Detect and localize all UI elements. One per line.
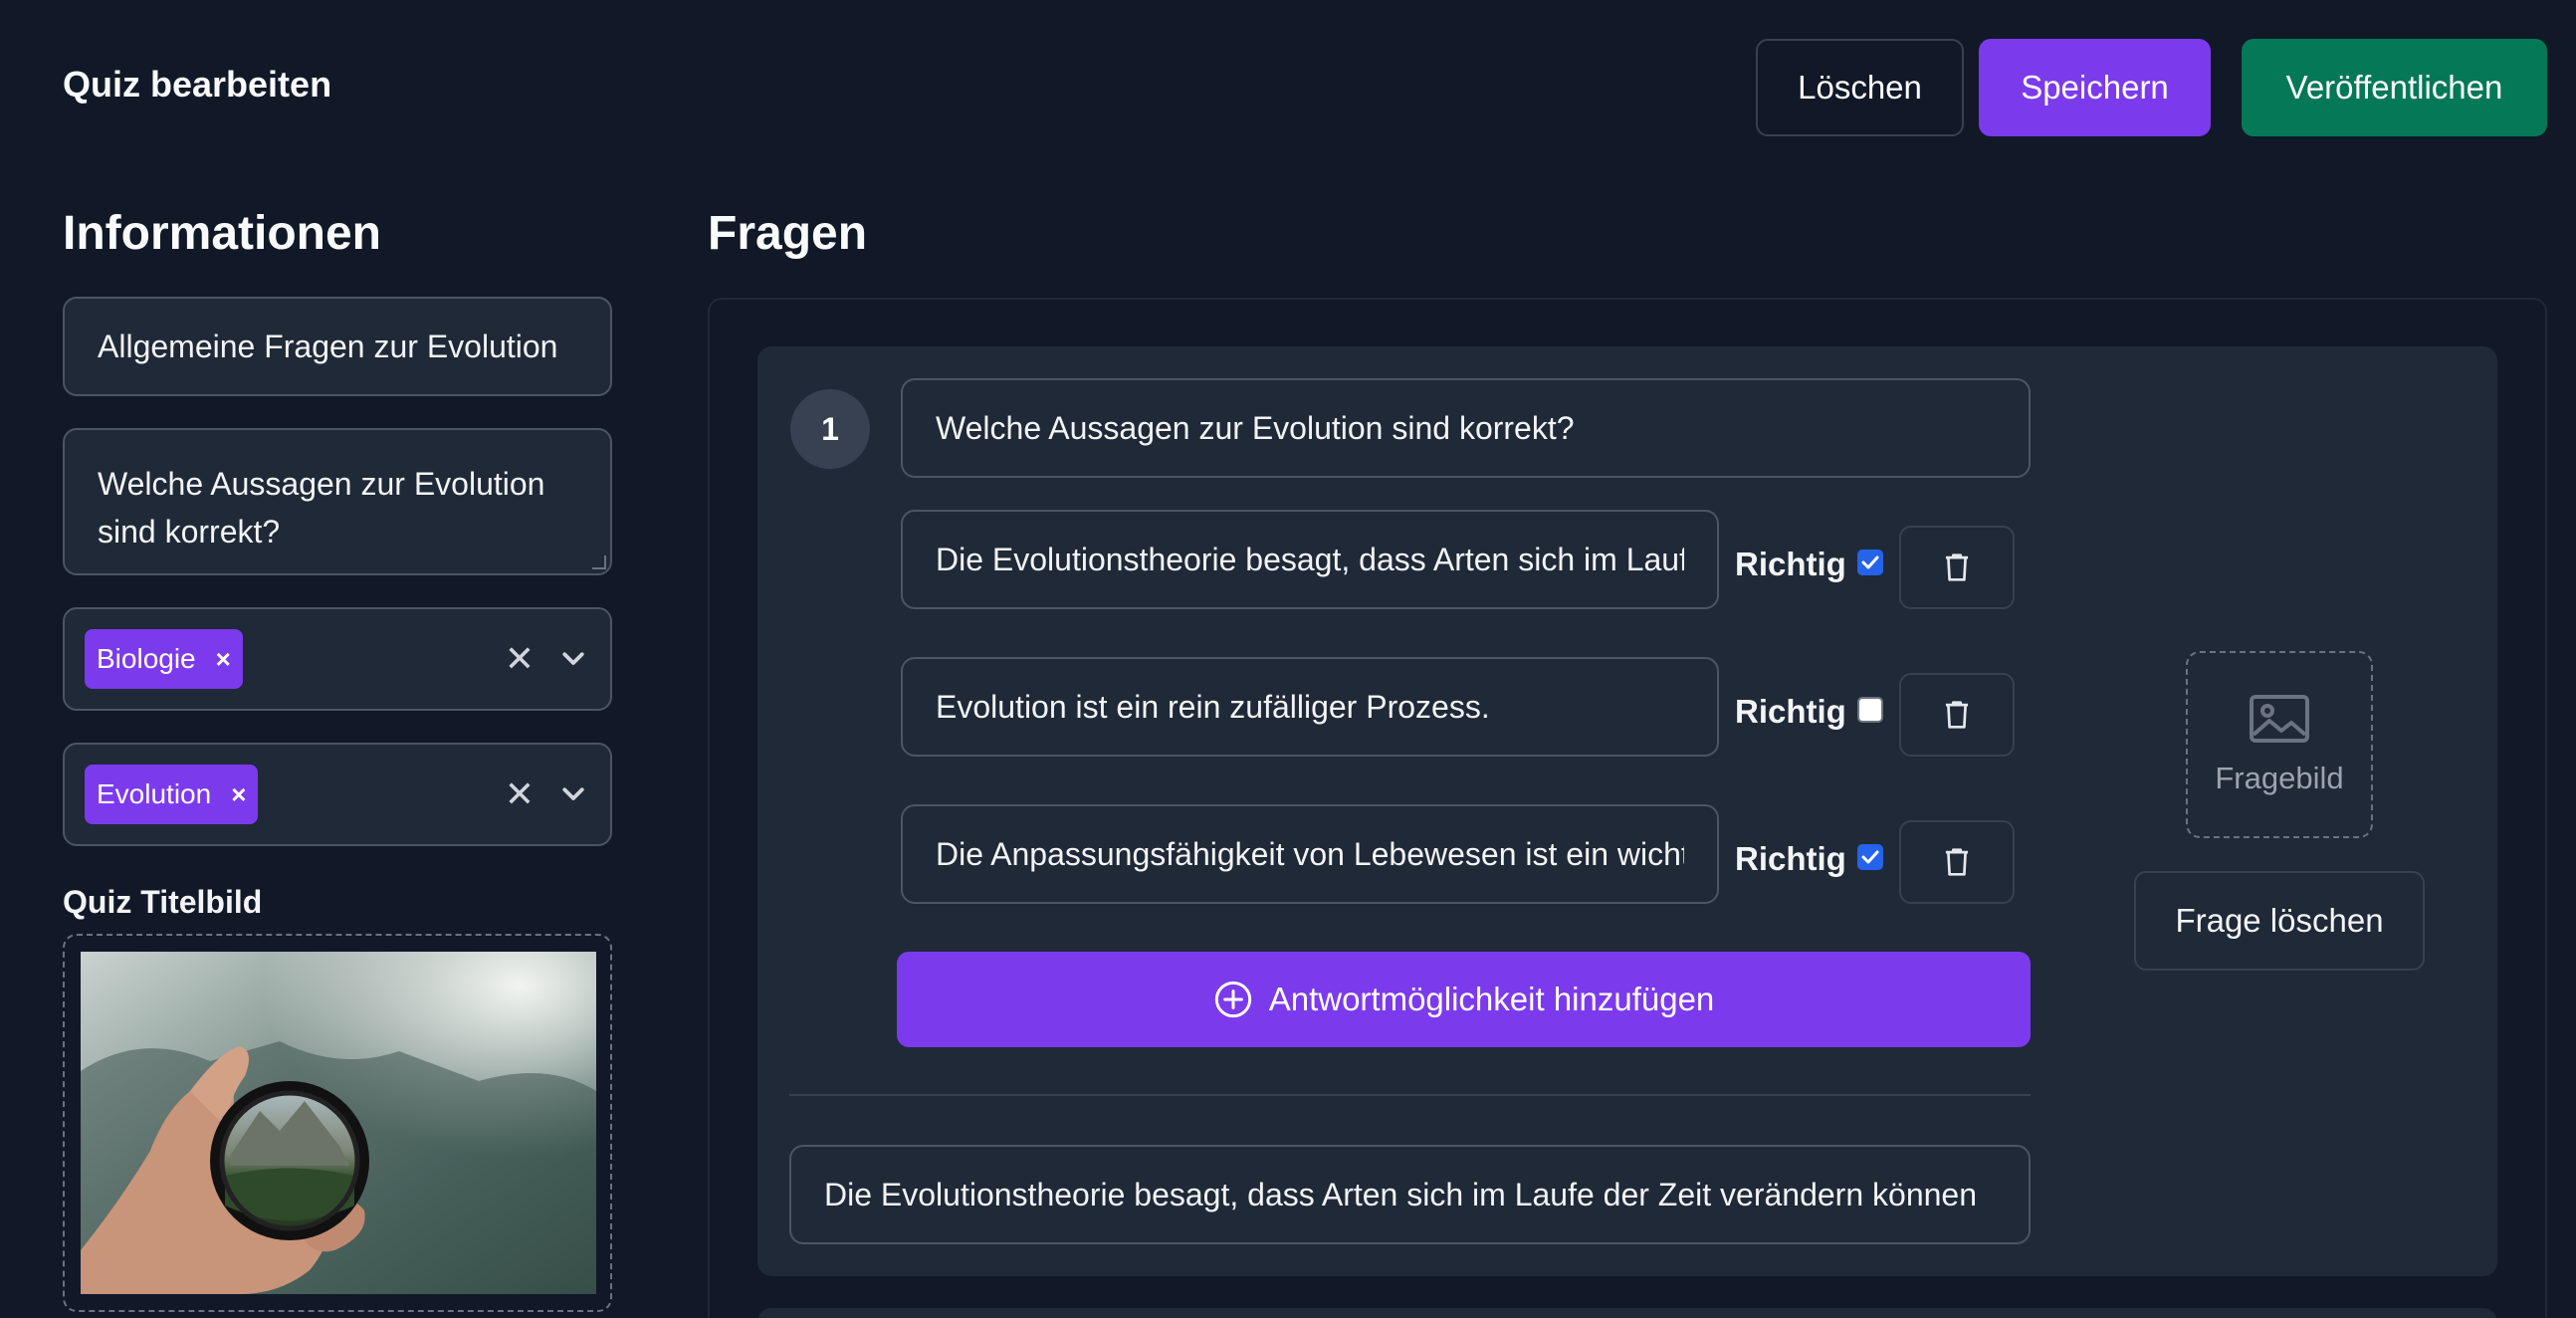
category-chip: Biologie × xyxy=(85,629,243,689)
publish-button[interactable]: Veröffentlichen xyxy=(2242,39,2547,136)
quiz-description-textarea[interactable]: Welche Aussagen zur Evolution sind korre… xyxy=(63,428,612,575)
tag-chip-label: Evolution xyxy=(97,778,212,809)
questions-heading: Fragen xyxy=(708,207,868,260)
answer-value: Evolution ist ein rein zufälliger Prozes… xyxy=(936,688,1490,725)
chip-remove-icon[interactable]: × xyxy=(231,779,246,810)
image-icon xyxy=(2250,695,2309,743)
trash-icon xyxy=(1945,553,1969,581)
chevron-down-icon[interactable] xyxy=(558,778,588,808)
correct-label: Richtig xyxy=(1735,693,1846,730)
cover-image-dropzone[interactable] xyxy=(63,934,612,1312)
answer-value: Die Evolutionstheorie besagt, dass Arten… xyxy=(936,541,1684,577)
question-number-badge: 1 xyxy=(790,389,870,469)
divider xyxy=(789,1094,2031,1096)
textarea-resize-handle[interactable] xyxy=(592,555,606,569)
plus-circle-icon xyxy=(1214,981,1251,1018)
correct-checkbox[interactable] xyxy=(1857,697,1883,723)
page-title: Quiz bearbeiten xyxy=(63,64,332,105)
add-answer-button[interactable]: Antwortmöglichkeit hinzufügen xyxy=(897,952,2031,1047)
correct-checkbox[interactable] xyxy=(1857,549,1883,575)
delete-question-button[interactable]: Frage löschen xyxy=(2134,871,2425,971)
quiz-title-input[interactable]: Allgemeine Fragen zur Evolution xyxy=(63,297,612,396)
info-heading: Informationen xyxy=(63,207,381,260)
category-select[interactable]: Biologie × ✕ xyxy=(63,607,612,711)
cover-image-label: Quiz Titelbild xyxy=(63,884,263,920)
quiz-description-value: Welche Aussagen zur Evolution sind korre… xyxy=(98,466,545,549)
correct-label: Richtig xyxy=(1735,840,1846,877)
correct-checkbox[interactable] xyxy=(1857,844,1883,870)
trash-icon xyxy=(1945,848,1969,876)
delete-answer-button[interactable] xyxy=(1899,526,2015,609)
check-icon xyxy=(1861,555,1879,569)
question-card xyxy=(757,1308,2497,1318)
check-icon xyxy=(1861,850,1879,864)
clear-icon[interactable]: ✕ xyxy=(505,637,535,681)
delete-quiz-button[interactable]: Löschen xyxy=(1756,39,1964,136)
answer-input[interactable]: Die Evolutionstheorie besagt, dass Arten… xyxy=(901,510,1719,609)
delete-answer-button[interactable] xyxy=(1899,820,2015,904)
delete-answer-button[interactable] xyxy=(1899,673,2015,757)
trash-icon xyxy=(1945,701,1969,729)
explanation-value: Die Evolutionstheorie besagt, dass Arten… xyxy=(824,1176,1977,1212)
question-image-dropzone[interactable]: Fragebild xyxy=(2186,651,2373,838)
category-chip-label: Biologie xyxy=(97,643,196,674)
question-text-value: Welche Aussagen zur Evolution sind korre… xyxy=(936,409,1575,446)
correct-label: Richtig xyxy=(1735,546,1846,582)
question-image-label: Fragebild xyxy=(2215,761,2344,795)
quiz-title-value: Allgemeine Fragen zur Evolution xyxy=(98,328,558,364)
answer-value: Die Anpassungsfähigkeit von Lebewesen is… xyxy=(936,835,1684,872)
add-answer-label: Antwortmöglichkeit hinzufügen xyxy=(1268,981,1715,1017)
save-button[interactable]: Speichern xyxy=(1979,39,2211,136)
explanation-input[interactable]: Die Evolutionstheorie besagt, dass Arten… xyxy=(789,1145,2031,1244)
clear-icon[interactable]: ✕ xyxy=(505,772,535,816)
tag-select[interactable]: Evolution × ✕ xyxy=(63,743,612,846)
chevron-down-icon[interactable] xyxy=(558,643,588,673)
question-text-input[interactable]: Welche Aussagen zur Evolution sind korre… xyxy=(901,378,2031,478)
answer-input[interactable]: Evolution ist ein rein zufälliger Prozes… xyxy=(901,657,1719,757)
chip-remove-icon[interactable]: × xyxy=(216,644,231,675)
answer-input[interactable]: Die Anpassungsfähigkeit von Lebewesen is… xyxy=(901,804,1719,904)
cover-image xyxy=(81,952,596,1294)
tag-chip: Evolution × xyxy=(85,765,259,824)
